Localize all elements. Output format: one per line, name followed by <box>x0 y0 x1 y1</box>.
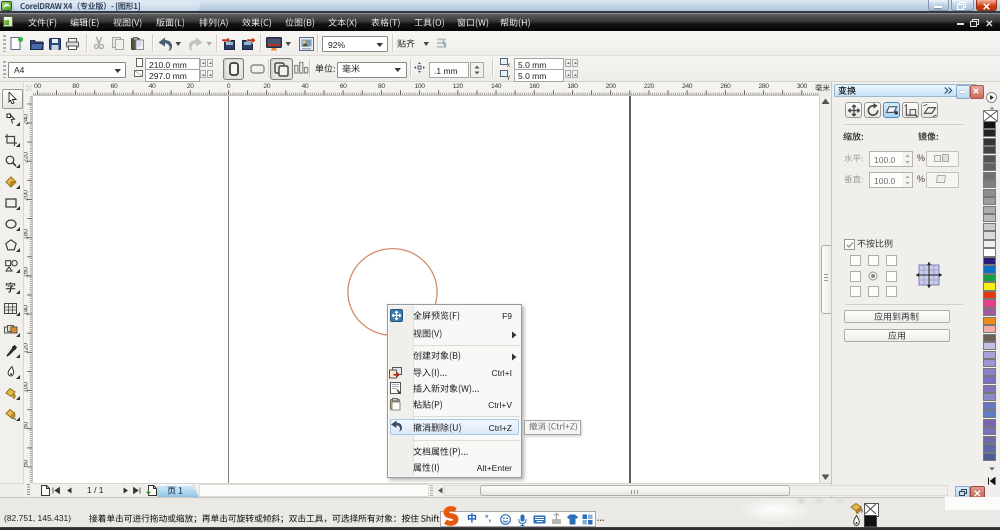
svg-text:x: x <box>507 63 510 68</box>
svg-text:y: y <box>507 75 510 80</box>
